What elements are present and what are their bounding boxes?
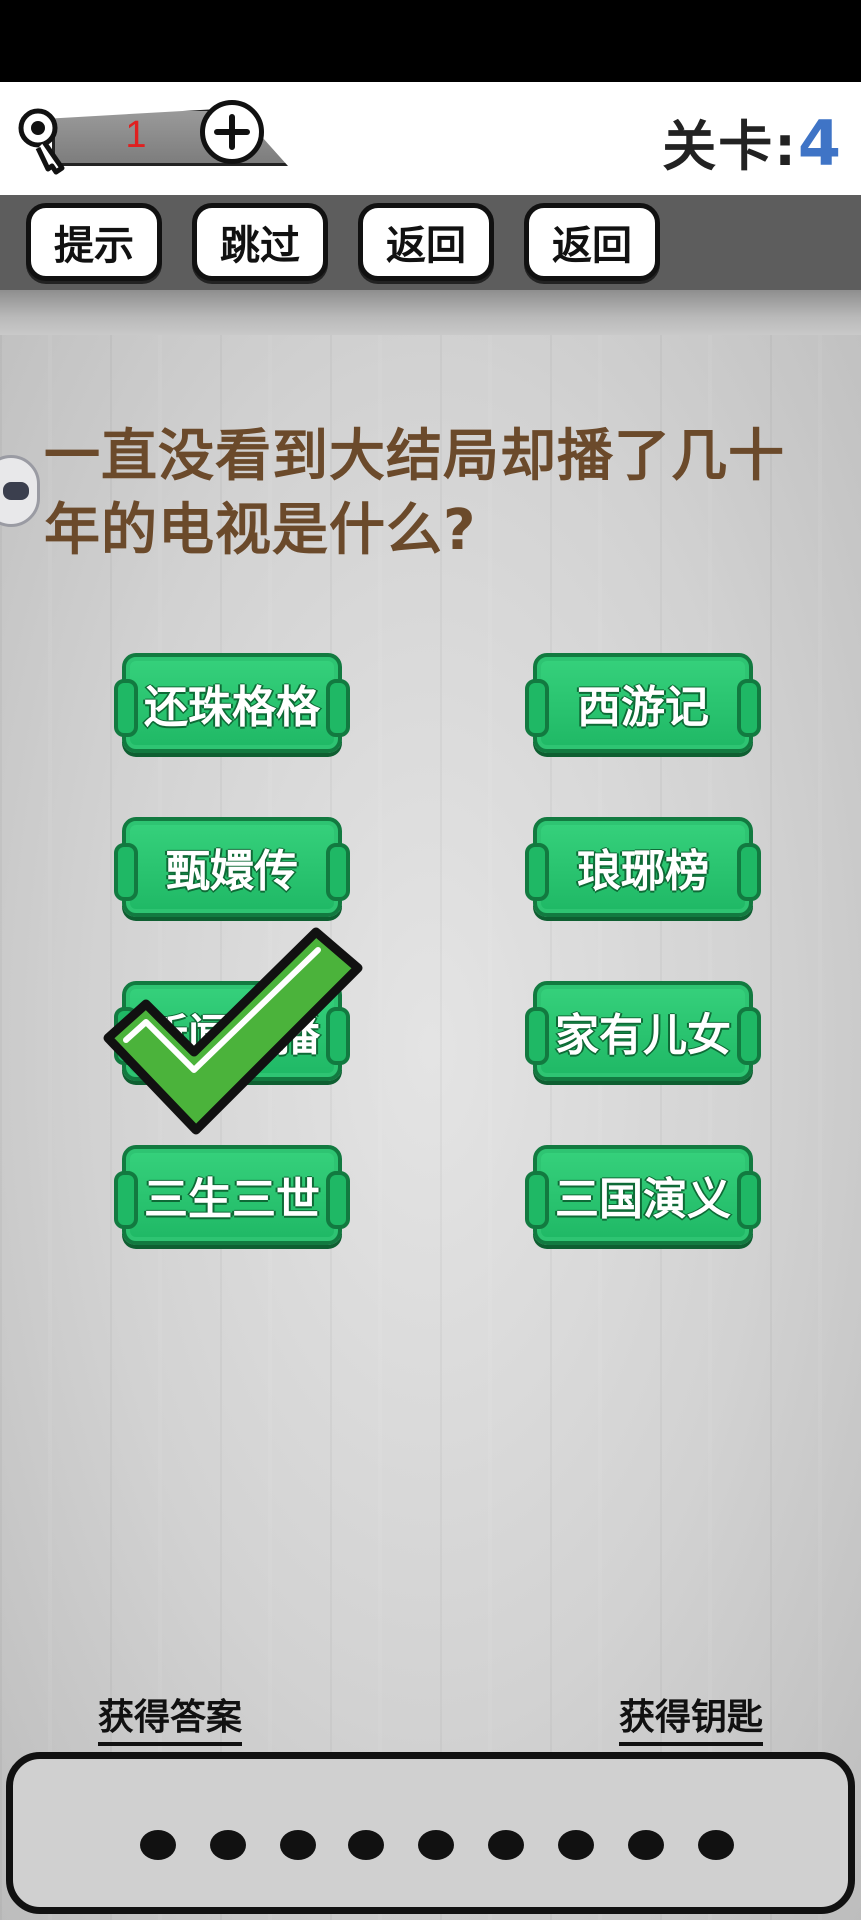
add-key-button[interactable]: [200, 100, 264, 164]
answer-slot: [210, 1830, 246, 1860]
back-button-2[interactable]: 返回: [524, 203, 660, 281]
game-board: [0, 335, 861, 1920]
answer-slot: [348, 1830, 384, 1860]
level-number: 4: [797, 107, 843, 180]
level-indicator: 关卡:4: [662, 102, 843, 181]
answer-option-6[interactable]: 家有儿女: [525, 981, 761, 1081]
answer-option-4[interactable]: 琅琊榜: [525, 817, 761, 917]
get-key-link[interactable]: 获得钥匙: [618, 1688, 763, 1746]
skip-button[interactable]: 跳过: [192, 203, 328, 281]
toolbar: 提示 跳过 返回 返回: [0, 195, 861, 290]
toolbar-shadow: [0, 290, 861, 335]
level-label: 关卡:: [662, 115, 798, 178]
key-count: 1: [125, 114, 147, 156]
plus-icon: [214, 114, 250, 150]
answer-option-3[interactable]: 甄嬛传: [114, 817, 350, 917]
back-button[interactable]: 返回: [358, 203, 494, 281]
question-text: 一直没看到大结局却播了几十年的电视是什么?: [44, 424, 785, 563]
answer-option-1[interactable]: 还珠格格: [114, 653, 350, 753]
answer-slot: [698, 1830, 734, 1860]
answer-slot: [418, 1830, 454, 1860]
status-bar: [0, 0, 861, 82]
key-meter: 1: [16, 100, 288, 180]
robot-eyes: [3, 482, 29, 500]
answer-slot-panel: [6, 1752, 855, 1914]
key-icon: [18, 108, 65, 175]
get-answer-link[interactable]: 获得答案: [98, 1688, 243, 1746]
answer-slot: [280, 1830, 316, 1860]
answer-slot: [488, 1830, 524, 1860]
answer-slot: [140, 1830, 176, 1860]
answer-option-7[interactable]: 三生三世: [114, 1145, 350, 1245]
answer-option-8[interactable]: 三国演义: [525, 1145, 761, 1245]
answer-option-5[interactable]: 新闻联播: [114, 981, 350, 1081]
answer-option-2[interactable]: 西游记: [525, 653, 761, 753]
answer-slot: [628, 1830, 664, 1860]
answer-slot: [558, 1830, 594, 1860]
hint-button[interactable]: 提示: [26, 203, 162, 281]
